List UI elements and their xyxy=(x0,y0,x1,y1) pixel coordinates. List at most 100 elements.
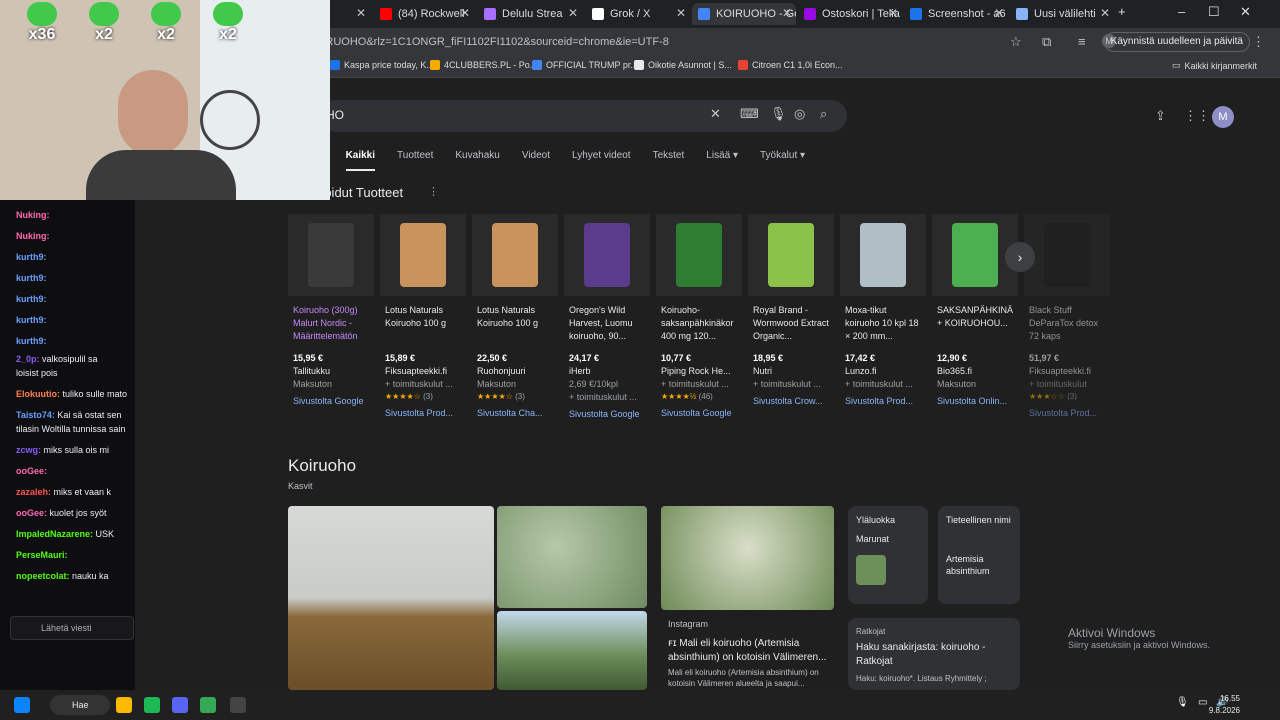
product-source-link[interactable]: Sivustolta Onlin... xyxy=(932,395,1018,408)
clear-icon[interactable]: ✕ xyxy=(710,106,721,122)
taskbar-search[interactable]: Hae xyxy=(50,695,110,715)
system-clock[interactable]: 16.55 9.8.2026 xyxy=(1209,693,1240,717)
product-card[interactable]: Lotus Naturals Koiruoho 100 g 15,89 € Fiks… xyxy=(380,214,466,430)
bookmark-item[interactable]: 4CLUBBERS.PL - Po... xyxy=(430,60,537,70)
product-title[interactable]: Koiruoho (300g) Malurt Nordic - Määritte… xyxy=(288,304,374,348)
tab-close-icon[interactable]: ✕ xyxy=(994,6,1004,20)
product-image[interactable] xyxy=(380,214,466,296)
account-avatar[interactable]: M xyxy=(1212,106,1234,128)
product-source-link[interactable]: Sivustolta Cha... xyxy=(472,407,558,420)
tab-close-icon[interactable]: ✕ xyxy=(568,6,578,20)
scientific-name-box[interactable]: Tieteellinen nimi Artemisia absinthium xyxy=(938,506,1020,604)
search-nav-tab[interactable]: Työkalut ▾ xyxy=(760,150,805,171)
bookmark-item[interactable]: Kaspa price today, K... xyxy=(330,60,434,70)
tab-close-icon[interactable]: ✕ xyxy=(460,6,470,20)
product-card[interactable]: Royal Brand - Wormwood Extract Organic..… xyxy=(748,214,834,430)
product-source-link[interactable]: Sivustolta Google xyxy=(288,395,374,408)
product-card[interactable]: Lotus Naturals Koiruoho 100 g 22,50 € Ruoh… xyxy=(472,214,558,430)
product-title[interactable]: Oregon's Wild Harvest, Luomu koiruoho, 9… xyxy=(564,304,650,348)
product-image[interactable] xyxy=(1024,214,1110,296)
ratkojat-result[interactable]: Ratkojat Haku sanakirjasta: koiruoho - R… xyxy=(848,618,1020,690)
obs-icon[interactable] xyxy=(230,697,246,713)
maximize-button[interactable]: ☐ xyxy=(1208,4,1220,20)
wormwood-garden-photo[interactable] xyxy=(497,611,647,690)
menu-icon[interactable]: ⋮ xyxy=(1252,34,1265,50)
browser-tab[interactable]: Grok / X ✕ xyxy=(586,3,690,25)
tab-close-icon[interactable]: ✕ xyxy=(356,6,366,20)
relaunch-update-button[interactable]: Käynnistä uudelleen ja päivitä xyxy=(1103,32,1250,52)
bookmark-star-icon[interactable]: ☆ xyxy=(1010,34,1022,50)
new-tab-button[interactable]: + xyxy=(1118,4,1126,19)
media-icon[interactable]: ≡ xyxy=(1078,34,1086,49)
product-image[interactable] xyxy=(564,214,650,296)
share-icon[interactable]: ⇪ xyxy=(1155,108,1166,124)
tab-close-icon[interactable]: ✕ xyxy=(1100,6,1110,20)
minimize-button[interactable]: – xyxy=(1178,4,1185,19)
search-box[interactable]: HO ✕ ⌨ 🎙 ◎ ⌕ xyxy=(320,100,847,132)
chat-input[interactable]: Lähetä viesti xyxy=(10,616,134,640)
product-image[interactable] xyxy=(472,214,558,296)
wormwood-leaves-photo[interactable] xyxy=(497,506,647,608)
product-card[interactable]: Koiruoho-saksanpähkinäkor 400 mg 120... 1… xyxy=(656,214,742,430)
windows-start-icon[interactable] xyxy=(14,697,30,713)
product-title[interactable]: Koiruoho-saksanpähkinäkor 400 mg 120... xyxy=(656,304,742,348)
product-card[interactable]: Oregon's Wild Harvest, Luomu koiruoho, 9… xyxy=(564,214,650,430)
search-nav-tab[interactable]: Kaikki xyxy=(345,150,376,171)
browser-tab[interactable]: Uusi välilehti ✕ xyxy=(1010,3,1114,25)
bookmark-item[interactable]: OFFICIAL TRUMP pr... xyxy=(532,60,638,70)
search-nav-tab[interactable]: Lyhyet videot xyxy=(572,150,631,171)
search-nav-tab[interactable]: Tekstet xyxy=(653,150,685,171)
product-source-link[interactable]: Sivustolta Crow... xyxy=(748,395,834,408)
tab-close-icon[interactable]: ✕ xyxy=(782,6,792,20)
product-image[interactable] xyxy=(288,214,374,296)
browser-tab[interactable]: Screenshot - a6 ✕ xyxy=(904,3,1008,25)
product-image[interactable] xyxy=(656,214,742,296)
instagram-result[interactable]: Instagram ꜰɪ Mali eli koiruoho (Artemisi… xyxy=(668,618,836,689)
search-nav-tab[interactable]: Tuotteet xyxy=(397,150,433,171)
spotify-icon[interactable] xyxy=(144,697,160,713)
wormwood-basket-photo[interactable] xyxy=(288,506,494,690)
product-title[interactable]: Moxa-tikut koiruoho 10 kpl 18 × 200 mm..… xyxy=(840,304,926,348)
product-source-link[interactable]: Sivustolta Google xyxy=(564,408,650,421)
product-source-link[interactable]: Sivustolta Prod... xyxy=(1024,407,1110,420)
search-nav-tab[interactable]: Kuvahaku xyxy=(455,150,499,171)
bookmark-item[interactable]: Oikotie Asunnot | S... xyxy=(634,60,732,70)
product-title[interactable]: SAKSANPÄHKINÄ + KOIRUOHOU... xyxy=(932,304,1018,348)
search-nav-tab[interactable]: Lisää ▾ xyxy=(706,150,738,171)
more-options-icon[interactable]: ⋮ xyxy=(428,185,439,198)
upper-class-box[interactable]: Yläluokka Marunat xyxy=(848,506,928,604)
apps-grid-icon[interactable]: ⋮⋮ xyxy=(1184,108,1210,124)
search-icon[interactable]: ⌕ xyxy=(820,106,827,122)
discord-icon[interactable] xyxy=(172,697,188,713)
product-title[interactable]: Lotus Naturals Koiruoho 100 g xyxy=(472,304,558,348)
product-image[interactable] xyxy=(748,214,834,296)
browser-tab[interactable]: Ostoskori | Telia ✕ xyxy=(798,3,902,25)
bookmark-item[interactable]: Citroen C1 1,0i Econ... xyxy=(738,60,843,70)
chrome-icon[interactable] xyxy=(200,697,216,713)
product-title[interactable]: Black Stuff DeParaTox detox 72 kaps xyxy=(1024,304,1110,348)
url-field[interactable]: =KOIRUOHO&rlz=1C1ONGR_fiFI1102FI1102&sou… xyxy=(300,32,1040,52)
product-title[interactable]: Lotus Naturals Koiruoho 100 g xyxy=(380,304,466,348)
extensions-icon[interactable]: ⧉ xyxy=(1042,34,1051,50)
browser-tab[interactable]: (84) Rockwell ✕ xyxy=(374,3,474,25)
product-image[interactable] xyxy=(840,214,926,296)
carousel-next-button[interactable]: › xyxy=(1005,242,1035,272)
keyboard-icon[interactable]: ⌨ xyxy=(740,106,759,122)
microphone-tray-icon[interactable]: 🎙 xyxy=(1176,697,1192,713)
all-bookmarks-button[interactable]: ▭ Kaikki kirjanmerkit xyxy=(1172,60,1257,71)
close-window-button[interactable]: ✕ xyxy=(1240,4,1251,20)
product-source-link[interactable]: Sivustolta Prod... xyxy=(380,407,466,420)
wormwood-flowers-photo[interactable] xyxy=(661,506,834,610)
product-card[interactable]: Black Stuff DeParaTox detox 72 kaps 51,97… xyxy=(1024,214,1110,430)
lens-icon[interactable]: ◎ xyxy=(794,106,805,122)
tab-close-icon[interactable]: ✕ xyxy=(676,6,686,20)
product-title[interactable]: Royal Brand - Wormwood Extract Organic..… xyxy=(748,304,834,348)
product-card[interactable]: SAKSANPÄHKINÄ + KOIRUOHOU... 12,90 € Bio36… xyxy=(932,214,1018,430)
search-nav-tab[interactable]: Videot xyxy=(522,150,550,171)
product-card[interactable]: Koiruoho (300g) Malurt Nordic - Määritte… xyxy=(288,214,374,430)
file-explorer-icon[interactable] xyxy=(116,697,132,713)
product-source-link[interactable]: Sivustolta Prod... xyxy=(840,395,926,408)
product-source-link[interactable]: Sivustolta Google xyxy=(656,407,742,420)
product-card[interactable]: Moxa-tikut koiruoho 10 kpl 18 × 200 mm..… xyxy=(840,214,926,430)
browser-tab[interactable]: Delulu Strea ✕ xyxy=(478,3,582,25)
